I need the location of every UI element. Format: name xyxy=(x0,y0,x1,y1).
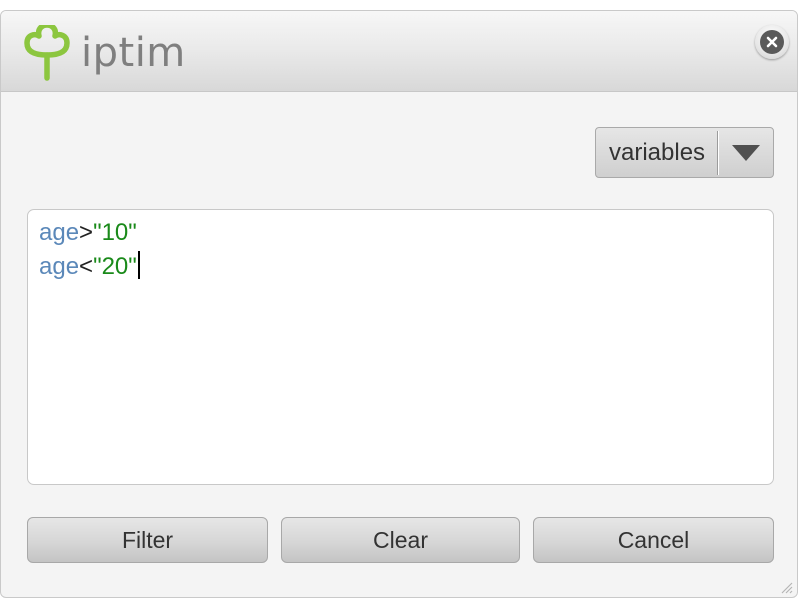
clover-icon xyxy=(23,25,71,81)
code-operator: > xyxy=(79,219,94,246)
code-variable: age xyxy=(39,219,80,246)
variables-dropdown-label: variables xyxy=(609,138,706,166)
code-line-2: age<"20" xyxy=(39,250,762,284)
filter-expression-editor[interactable]: age>"10" age<"20" xyxy=(27,209,774,485)
logo-wordmark: iptim xyxy=(81,30,186,76)
code-string: "20" xyxy=(93,253,137,280)
resize-grip-icon[interactable] xyxy=(781,581,793,594)
close-button[interactable] xyxy=(755,25,789,59)
dialog-titlebar: iptim xyxy=(1,11,797,92)
code-variable: age xyxy=(39,253,80,280)
app-logo: iptim xyxy=(23,25,186,81)
cancel-button[interactable]: Cancel xyxy=(533,517,774,563)
chevron-down-icon[interactable] xyxy=(719,128,773,177)
filter-dialog: iptim variables age>"10" age<"20" Filter… xyxy=(0,10,798,598)
text-caret xyxy=(137,251,140,279)
filter-button[interactable]: Filter xyxy=(27,517,268,563)
close-icon xyxy=(760,30,784,54)
clear-button[interactable]: Clear xyxy=(281,517,520,563)
code-line-1: age>"10" xyxy=(39,216,762,250)
code-operator: < xyxy=(79,253,94,280)
code-string: "10" xyxy=(93,219,137,246)
variables-dropdown[interactable]: variables xyxy=(595,127,774,178)
